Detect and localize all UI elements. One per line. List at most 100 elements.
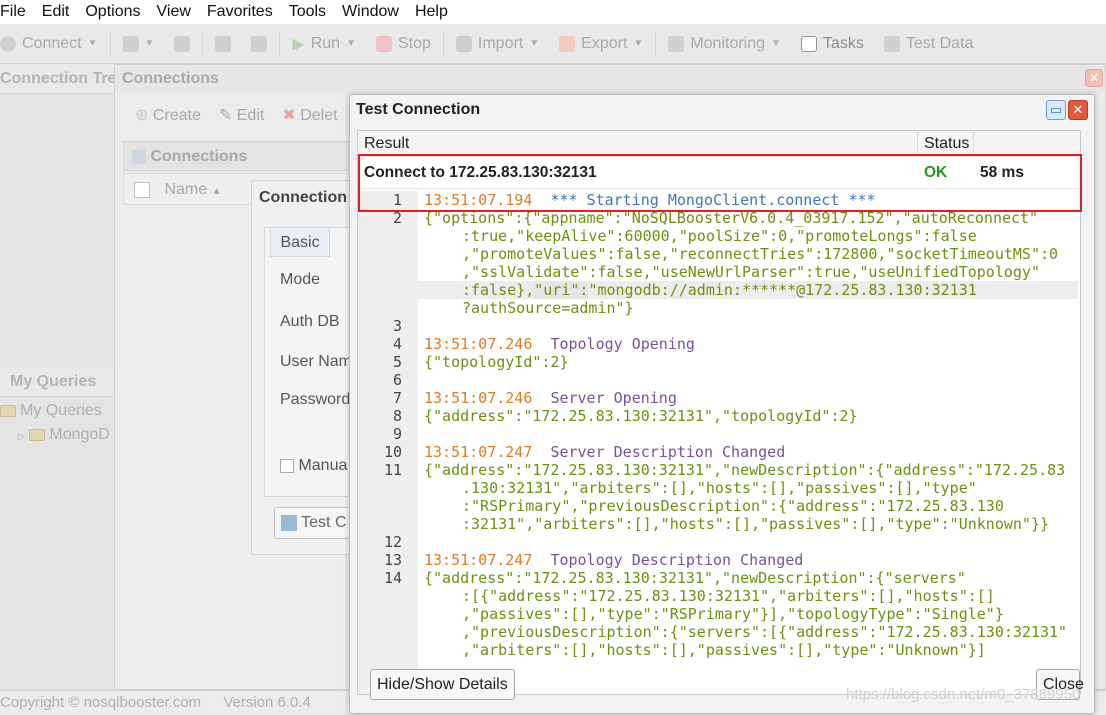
log-line: :false},"uri":"mongodb://admin:******@17…	[462, 281, 977, 299]
connection-tree-header: Connection Tre	[0, 64, 117, 94]
folder-icon	[0, 404, 16, 417]
log-line: :[{"address":"172.25.83.130:32131","arbi…	[462, 587, 995, 605]
log-line: ?authSource=admin"}	[462, 299, 634, 317]
chevron-down-icon: ▼	[633, 38, 644, 49]
log-line: ,"sslValidate":false,"useNewUrlParser":t…	[462, 263, 1040, 281]
log-line: {"address":"172.25.83.130:32131","topolo…	[424, 407, 858, 425]
save-button[interactable]	[164, 35, 200, 52]
delete-icon: ✖	[282, 107, 296, 124]
log-line: 13:51:07.247 Server Description Changed	[424, 443, 786, 461]
shell-button[interactable]	[205, 35, 241, 52]
test-data-button[interactable]: Test Data	[874, 35, 984, 53]
menu-view[interactable]: View	[149, 3, 199, 21]
log-line: {"options":{"appname":"NoSQLBoosterV6.0.…	[424, 209, 1039, 227]
stop-button[interactable]: Stop	[366, 35, 441, 53]
chevron-right-icon: ▷	[18, 431, 25, 441]
line-number: 5	[392, 353, 402, 371]
menu-bar: File Edit Options View Favorites Tools W…	[0, 0, 1106, 24]
menu-tools[interactable]: Tools	[281, 3, 334, 21]
connections-toolbar: ⊕ Create ✎ Edit ✖ Delet	[135, 105, 338, 125]
col-result: Result	[358, 131, 918, 157]
chevron-down-icon: ▼	[529, 38, 540, 49]
line-number: 3	[392, 317, 402, 335]
save-icon	[174, 35, 191, 52]
tree-item-my-queries[interactable]: My Queries	[0, 402, 102, 420]
chevron-down-icon: ▼	[771, 38, 781, 49]
log-scrollbar[interactable]	[1078, 191, 1081, 694]
test-connection-dialog: Test Connection ▭ ✕ Result Status Connec…	[349, 94, 1095, 714]
line-number: 11	[383, 461, 402, 479]
manual-checkbox[interactable]: Manua	[280, 457, 347, 475]
menu-help[interactable]: Help	[407, 3, 456, 21]
results-panel: Result Status Connect to 172.25.83.130:3…	[357, 130, 1081, 695]
tasks-button[interactable]: Tasks	[791, 35, 874, 53]
watermark: https://blog.csdn.net/m0_37889950	[846, 686, 1081, 703]
line-number: 14	[383, 569, 402, 587]
log-line: ,"arbiters":[],"hosts":[],"passives":[],…	[462, 641, 986, 659]
scrollbar-thumb[interactable]	[1080, 191, 1081, 381]
close-icon[interactable]: ✕	[1068, 100, 1088, 120]
line-number: 9	[392, 425, 402, 443]
import-icon	[455, 35, 472, 52]
log-line: :true,"keepAlive":60000,"poolSize":0,"pr…	[462, 227, 977, 245]
export-button[interactable]: Export ▼	[549, 35, 653, 53]
log-line: 13:51:07.247 Topology Description Change…	[424, 551, 804, 569]
database-icon	[132, 149, 146, 164]
monitoring-icon	[668, 35, 685, 52]
folder-icon	[29, 428, 46, 441]
log-line: .130:32131","arbiters":[],"hosts":[],"pa…	[462, 479, 977, 497]
editor-title: Connection	[259, 189, 347, 206]
shell-icon	[215, 35, 232, 52]
connection-editor: Connection Basic Mode Auth DB User Nam P…	[251, 180, 364, 555]
import-button[interactable]: Import ▼	[446, 35, 549, 53]
maximize-icon[interactable]: ▭	[1046, 100, 1066, 120]
tree-item-mongod[interactable]: ▷ MongoD	[18, 426, 110, 444]
connections-list-header: Connections	[123, 141, 363, 171]
menu-file[interactable]: File	[0, 3, 34, 21]
field-user-label: User Nam	[280, 353, 353, 370]
test-connection-icon	[281, 514, 297, 531]
connect-icon	[0, 35, 16, 52]
menu-edit[interactable]: Edit	[34, 3, 78, 21]
result-row[interactable]: Connect to 172.25.83.130:32131 OK 58 ms	[358, 157, 1080, 189]
stop-icon	[375, 35, 392, 52]
menu-favorites[interactable]: Favorites	[199, 3, 281, 21]
run-button[interactable]: ▶ Run ▼	[282, 34, 366, 54]
hide-show-details-button[interactable]: Hide/Show Details	[370, 669, 515, 700]
plus-icon: ⊕	[135, 107, 149, 124]
line-number: 1	[392, 191, 402, 209]
my-queries-header: My Queries	[0, 367, 118, 397]
line-number: 12	[383, 533, 402, 551]
menu-window[interactable]: Window	[334, 3, 407, 21]
connect-button[interactable]: Connect ▼	[0, 35, 108, 53]
toolbar: Connect ▼ ▼ ▶ Run ▼ Stop Import ▼ Export…	[0, 24, 1106, 64]
edit-button[interactable]: ✎ Edit	[219, 105, 264, 125]
log-line: {"address":"172.25.83.130:32131","newDes…	[424, 569, 966, 587]
monitoring-button[interactable]: Monitoring ▼	[658, 35, 791, 53]
select-all-checkbox[interactable]	[134, 181, 150, 198]
sql-button[interactable]	[241, 35, 277, 52]
open-button[interactable]: ▼	[113, 35, 165, 52]
log-line: {"address":"172.25.83.130:32131","newDes…	[424, 461, 1066, 479]
chevron-down-icon: ▼	[144, 38, 155, 49]
chevron-down-icon: ▼	[87, 38, 98, 49]
status-badge: OK	[924, 164, 948, 181]
line-number: 7	[392, 389, 402, 407]
log-line: 13:51:07.246 Server Opening	[424, 389, 677, 407]
chevron-down-icon: ▼	[346, 38, 356, 49]
log-line: ,"promoteValues":false,"reconnectTries":…	[462, 245, 1059, 263]
field-authdb-label: Auth DB	[280, 313, 340, 330]
create-button[interactable]: ⊕ Create	[135, 105, 201, 125]
log-line: 13:51:07.194 *** Starting MongoClient.co…	[424, 191, 876, 209]
close-icon[interactable]: ✕	[1085, 69, 1103, 87]
line-number: 4	[392, 335, 402, 353]
play-icon: ▶	[292, 35, 305, 53]
menu-options[interactable]: Options	[77, 3, 148, 21]
log-line: ,"passives":[],"type":"RSPrimary"}],"top…	[462, 605, 1004, 623]
delete-button[interactable]: ✖ Delet	[282, 105, 337, 125]
tab-basic[interactable]: Basic	[270, 227, 330, 257]
log-viewer[interactable]: 1 2 3 4 5 6 7 8 9 10 11 12 13 14 13:51:0…	[358, 191, 1080, 694]
col-status: Status	[918, 131, 974, 157]
test-data-icon	[883, 35, 900, 52]
copyright-text: Copyright © nosqlbooster.com	[0, 694, 202, 711]
